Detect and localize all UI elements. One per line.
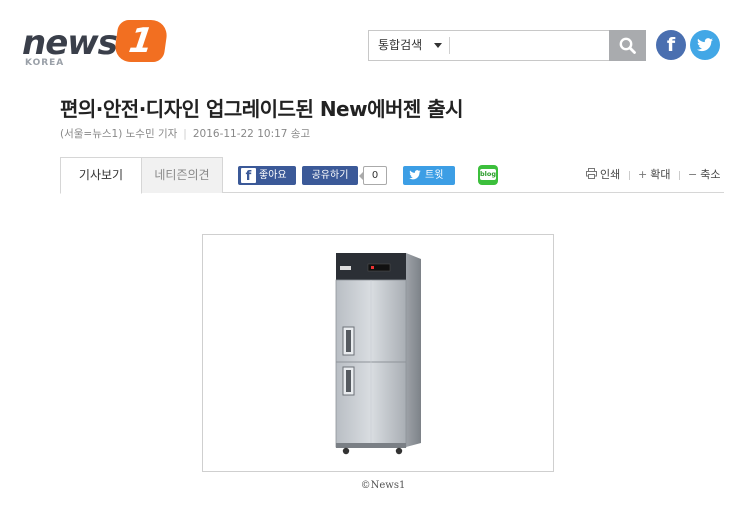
- logo-subtitle: KOREA: [25, 58, 65, 68]
- tab-article-view[interactable]: 기사보기: [60, 157, 142, 194]
- meta-divider: |: [183, 128, 187, 140]
- photo-caption: ©News1: [360, 480, 406, 491]
- share-count-badge: 0: [359, 166, 387, 185]
- zoom-in-button[interactable]: + 확대: [638, 157, 670, 193]
- printer-icon: [586, 168, 597, 179]
- search-bar: 통합검색: [368, 30, 646, 61]
- zoom-out-label: 축소: [700, 168, 721, 181]
- tab-comments[interactable]: 네티즌의견: [142, 157, 223, 193]
- article-meta: (서울=뉴스1) 노수민 기자 | 2016-11-22 10:17 송고: [60, 126, 310, 141]
- toolbar-divider: [629, 171, 630, 180]
- search-scope-label: 통합검색: [378, 38, 423, 52]
- twitter-bird-icon: [409, 170, 421, 180]
- search-icon: [619, 37, 636, 54]
- facebook-share-button[interactable]: 공유하기: [302, 166, 358, 185]
- search-button[interactable]: [609, 30, 646, 61]
- search-divider: [449, 37, 450, 54]
- logo-badge: 1: [113, 20, 169, 62]
- plus-icon: +: [638, 168, 648, 181]
- print-label: 인쇄: [600, 168, 621, 181]
- article-photo: [202, 234, 554, 472]
- chevron-down-icon[interactable]: [434, 43, 442, 48]
- article-timestamp: 2016-11-22 10:17 송고: [192, 128, 311, 140]
- facebook-like-button[interactable]: f 좋아요: [238, 166, 296, 185]
- search-input[interactable]: [453, 33, 603, 58]
- twitter-icon[interactable]: [690, 30, 720, 60]
- facebook-icon[interactable]: f: [656, 30, 686, 60]
- refrigerator-image: [335, 253, 421, 455]
- blog-share-button[interactable]: blog: [478, 165, 498, 185]
- zoom-out-button[interactable]: − 축소: [688, 157, 720, 193]
- minus-icon: −: [688, 168, 698, 181]
- news1-logo[interactable]: news 1 KOREA: [22, 20, 172, 72]
- print-button[interactable]: 인쇄: [586, 157, 620, 193]
- tweet-button[interactable]: 트윗: [403, 166, 455, 185]
- logo-badge-text: 1: [126, 21, 156, 61]
- tweet-label: 트윗: [425, 170, 444, 181]
- blog-icon: blog: [480, 169, 496, 180]
- zoom-in-label: 확대: [650, 168, 671, 181]
- facebook-icon: f: [241, 168, 256, 184]
- article-title: 편의·안전·디자인 업그레이드된 New에버젠 출시: [60, 97, 464, 121]
- article-toolbar: 기사보기 네티즌의견 f 좋아요 공유하기 0 트윗 blog 인쇄 + 확대 −…: [60, 157, 724, 194]
- toolbar-divider: [679, 171, 680, 180]
- twitter-bird-icon: [697, 38, 713, 52]
- like-label: 좋아요: [259, 170, 287, 181]
- article-byline: (서울=뉴스1) 노수민 기자: [60, 128, 178, 140]
- logo-wordmark: news: [22, 23, 118, 63]
